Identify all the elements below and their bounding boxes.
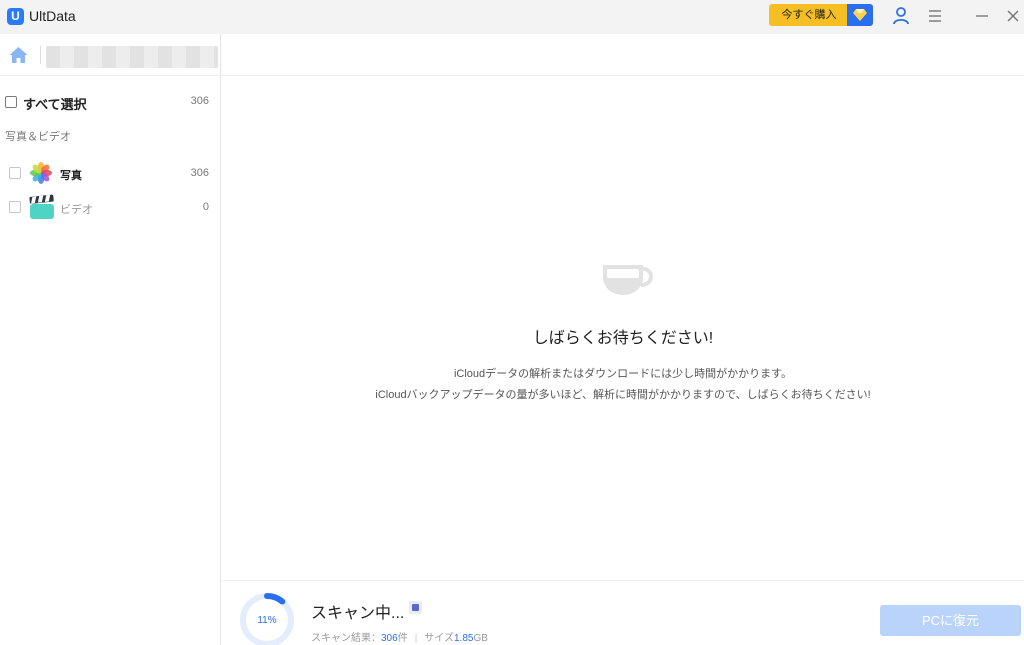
sidebar-item-photos-label[interactable]: 写真 bbox=[60, 167, 82, 183]
meta-separator: | bbox=[414, 633, 418, 644]
scan-result-unit: 件 bbox=[397, 633, 408, 644]
waiting-title: しばらくお待ちください! bbox=[532, 330, 714, 347]
scan-status-bar: 11% スキャン中... スキャン結果：306件 | サイズ1.85GB PCに復元 bbox=[222, 580, 1024, 645]
scan-result-count: 306 bbox=[381, 633, 398, 644]
select-all-count: 306 bbox=[190, 95, 209, 107]
category-group-label: 写真＆ビデオ bbox=[5, 131, 71, 143]
main-toolbar bbox=[222, 34, 1024, 76]
home-icon[interactable] bbox=[9, 46, 28, 64]
app-title: UltData bbox=[29, 8, 76, 24]
scan-result-summary: スキャン結果：306件 | サイズ1.85GB bbox=[311, 629, 488, 644]
scan-size-unit: GB bbox=[473, 633, 488, 644]
buy-now-label: 今すぐ購入 bbox=[781, 9, 837, 21]
diamond-icon bbox=[847, 4, 873, 26]
coffee-cup-icon bbox=[603, 265, 653, 295]
select-all-checkbox[interactable] bbox=[5, 96, 17, 108]
app-logo-icon: U bbox=[7, 8, 24, 25]
restore-to-pc-button[interactable]: PCに復元 bbox=[880, 605, 1021, 636]
sidebar-item-videos-label[interactable]: ビデオ bbox=[60, 201, 93, 217]
buy-now-button[interactable]: 今すぐ購入 bbox=[769, 4, 873, 26]
scan-result-prefix: スキャン結果： bbox=[311, 633, 381, 644]
video-clapper-icon bbox=[29, 194, 54, 219]
sidebar-item-videos-count: 0 bbox=[202, 201, 209, 213]
scan-size-prefix: サイズ bbox=[424, 633, 454, 644]
user-icon[interactable] bbox=[891, 6, 911, 26]
menu-icon[interactable] bbox=[926, 7, 944, 25]
sidebar-item-photos-count: 306 bbox=[190, 167, 209, 179]
minimize-icon[interactable] bbox=[973, 7, 991, 25]
scan-progress-percent: 11% bbox=[257, 615, 277, 626]
videos-checkbox[interactable] bbox=[9, 201, 21, 213]
stop-scan-button[interactable] bbox=[409, 601, 422, 614]
category-sidebar: すべて選択 306 写真＆ビデオ 写真 306 ビデオ 0 bbox=[0, 34, 221, 645]
close-icon[interactable] bbox=[1004, 7, 1022, 25]
scan-status-title: スキャン中... bbox=[311, 605, 405, 622]
select-all-label[interactable]: すべて選択 bbox=[23, 94, 87, 113]
photos-checkbox[interactable] bbox=[9, 167, 21, 179]
waiting-message-line2: iCloudバックアップデータの量が多いほど、解析に時間がかかりますので、しばら… bbox=[375, 389, 871, 401]
title-bar: U UltData 今すぐ購入 bbox=[0, 0, 1024, 34]
photos-app-icon bbox=[30, 162, 52, 184]
stop-icon bbox=[412, 604, 419, 611]
breadcrumb bbox=[0, 34, 221, 76]
main-panel: しばらくお待ちください! iCloudデータの解析またはダウンロードには少し時間… bbox=[222, 34, 1024, 645]
breadcrumb-divider bbox=[40, 46, 41, 64]
scan-size-value: 1.85 bbox=[454, 633, 474, 644]
redacted-account-name bbox=[46, 46, 218, 68]
waiting-message-line1: iCloudデータの解析またはダウンロードには少し時間がかかります。 bbox=[453, 368, 793, 380]
